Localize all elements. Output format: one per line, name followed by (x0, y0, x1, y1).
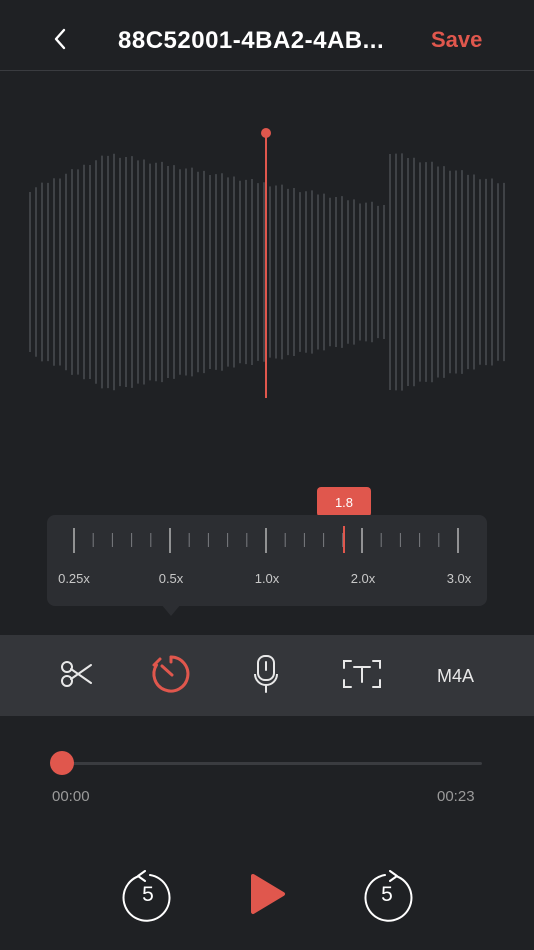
current-time: 00:00 (52, 788, 90, 805)
waveform-graphic (29, 128, 505, 398)
speed-label-05: 0.5x (158, 571, 184, 586)
trim-button[interactable] (56, 655, 96, 697)
rewind-seconds-label: 5 (142, 883, 154, 906)
format-button[interactable]: M4A (437, 666, 474, 687)
microphone-icon (253, 654, 279, 699)
speed-panel-pointer (161, 604, 181, 616)
total-time: 00:23 (437, 788, 475, 805)
scissors-icon (59, 659, 93, 694)
header-bar: 88C52001-4BA2-4AB... Save (0, 0, 534, 71)
playback-progress-track[interactable] (62, 762, 482, 765)
transcribe-button[interactable] (342, 655, 382, 697)
back-button[interactable] (44, 24, 76, 58)
playhead-marker[interactable] (261, 128, 271, 138)
speed-label-20: 2.0x (350, 571, 376, 586)
speed-label-10: 1.0x (254, 571, 280, 586)
play-button[interactable] (244, 872, 290, 920)
speed-label-30: 3.0x (446, 571, 472, 586)
voice-button[interactable] (246, 654, 286, 699)
text-frame-icon (342, 659, 382, 694)
speed-slider-panel[interactable] (47, 515, 487, 606)
play-icon (247, 872, 287, 921)
rewind-5-button[interactable]: 5 (121, 870, 175, 924)
waveform-view[interactable] (0, 72, 534, 472)
chevron-left-icon (53, 28, 67, 55)
speed-value-badge: 1.8 (317, 487, 371, 524)
speed-ruler[interactable] (47, 515, 487, 565)
speed-dial-icon (150, 653, 192, 700)
forward-seconds-label: 5 (381, 883, 393, 906)
recording-title: 88C52001-4BA2-4AB... (118, 27, 385, 54)
playback-progress-thumb[interactable] (50, 751, 74, 775)
save-button[interactable]: Save (431, 27, 482, 53)
speed-button[interactable] (151, 655, 191, 697)
forward-5-button[interactable]: 5 (360, 870, 414, 924)
speed-label-025: 0.25x (58, 571, 90, 586)
